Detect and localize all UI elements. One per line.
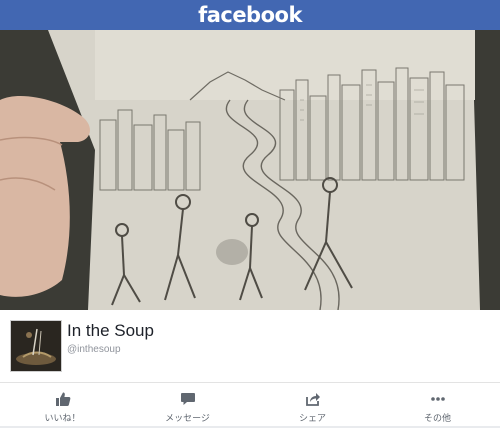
like-button[interactable]: いいね！ <box>0 383 125 428</box>
more-button[interactable]: その他 <box>375 383 500 428</box>
page-handle[interactable]: @inthesoup <box>67 344 121 355</box>
facebook-logo[interactable]: facebook <box>198 3 302 27</box>
share-button[interactable]: シェア <box>250 383 375 428</box>
cover-drawing-illustration <box>0 30 500 310</box>
share-icon <box>305 391 321 407</box>
page-profile-section: In the Soup @inthesoup <box>0 310 500 383</box>
more-dots-icon <box>430 391 446 407</box>
page-avatar[interactable] <box>10 320 62 372</box>
avatar-image <box>11 321 61 371</box>
top-bar: facebook <box>0 0 500 30</box>
page-name[interactable]: In the Soup <box>67 321 154 341</box>
more-label: その他 <box>423 414 451 424</box>
share-label: シェア <box>298 414 326 424</box>
cover-photo[interactable] <box>0 30 500 310</box>
like-label: いいね！ <box>44 414 81 424</box>
thumbs-up-icon <box>55 391 71 407</box>
chat-bubble-icon <box>180 391 196 407</box>
message-label: メッセージ <box>165 414 210 424</box>
page-action-bar: いいね！ メッセージ シェア その他 <box>0 383 500 428</box>
message-button[interactable]: メッセージ <box>125 383 250 428</box>
